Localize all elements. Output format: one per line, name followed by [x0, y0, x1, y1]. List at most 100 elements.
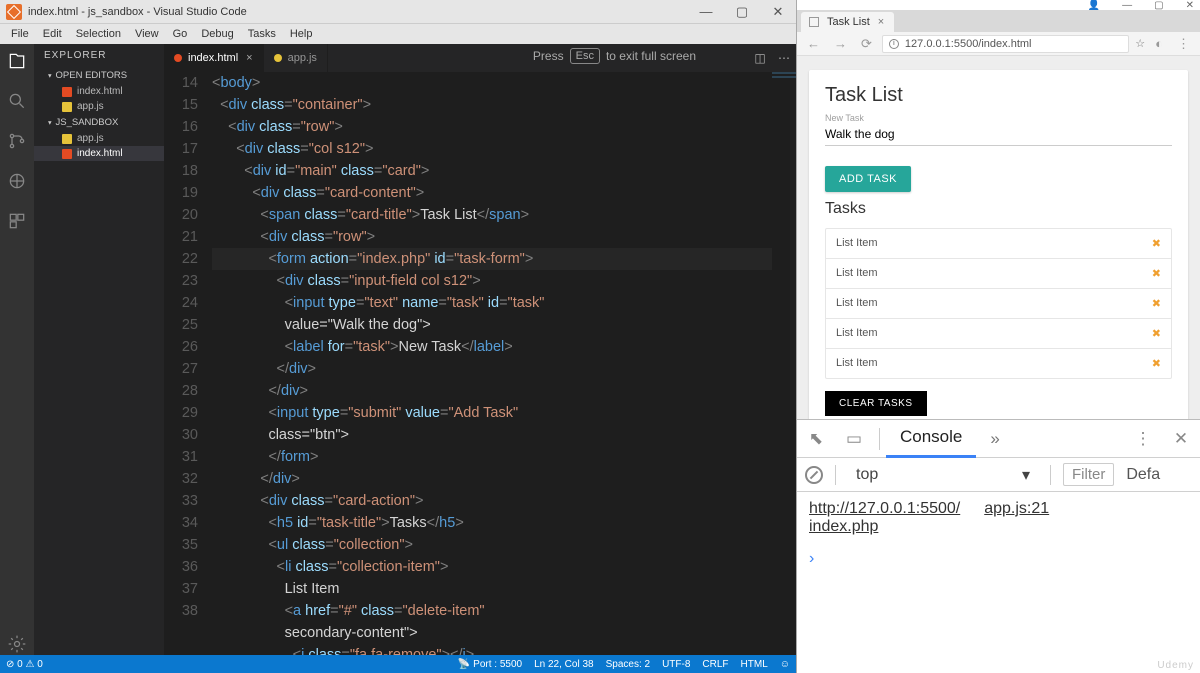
search-icon[interactable] — [6, 90, 28, 112]
close-icon[interactable]: × — [246, 52, 252, 64]
source-control-icon[interactable] — [6, 130, 28, 152]
minimap[interactable] — [772, 72, 796, 655]
menu-go[interactable]: Go — [166, 28, 195, 40]
browser-tab[interactable]: Task List × — [801, 12, 894, 32]
back-button[interactable]: ← — [803, 36, 824, 51]
status-eol[interactable]: CRLF — [702, 659, 728, 670]
console-prompt-icon[interactable]: › — [809, 550, 1188, 568]
tab-index-html[interactable]: index.html× — [164, 44, 264, 72]
menu-edit[interactable]: Edit — [36, 28, 69, 40]
maximize-button[interactable]: ▢ — [1154, 0, 1163, 11]
chevron-down-icon: ▾ — [1022, 465, 1030, 485]
status-language[interactable]: HTML — [741, 659, 768, 670]
status-spaces[interactable]: Spaces: 2 — [606, 659, 650, 670]
status-cursor[interactable]: Ln 22, Col 38 — [534, 659, 594, 670]
list-item: List Item✖ — [826, 229, 1171, 259]
extensions-icon[interactable] — [6, 210, 28, 232]
menu-view[interactable]: View — [128, 28, 166, 40]
delete-icon[interactable]: ✖ — [1152, 237, 1161, 250]
tab-app-js[interactable]: app.js — [264, 44, 328, 72]
add-task-button[interactable]: ADD TASK — [825, 166, 911, 192]
context-selector[interactable]: top▾ — [848, 465, 1038, 485]
open-editor-item[interactable]: index.html — [34, 84, 164, 99]
forward-button[interactable]: → — [830, 36, 851, 51]
editor-area: index.html× app.js ◫ ⋯ Press Esc to exit… — [164, 44, 796, 655]
page-viewport: Task List New Task ADD TASK Tasks List I… — [797, 56, 1200, 419]
device-toolbar-icon[interactable]: ▭ — [835, 429, 873, 449]
open-editors-section[interactable]: OPEN EDITORS — [34, 67, 164, 84]
tasks-header: Tasks — [825, 200, 1172, 218]
menu-help[interactable]: Help — [283, 28, 320, 40]
default-levels[interactable]: Defa — [1126, 466, 1160, 484]
devtools-panel: ⬉ ▭ Console » ⋮ ✕ top▾ Filter Defa http:… — [797, 419, 1200, 673]
console-link[interactable]: http://127.0.0.1:5500/index.php — [809, 500, 960, 536]
explorer-icon[interactable] — [6, 50, 28, 72]
file-item[interactable]: app.js — [34, 131, 164, 146]
close-tab-icon[interactable]: × — [878, 16, 884, 28]
address-bar[interactable]: i 127.0.0.1:5500/index.html — [882, 35, 1129, 53]
menu-file[interactable]: File — [4, 28, 36, 40]
status-encoding[interactable]: UTF-8 — [662, 659, 690, 670]
task-input[interactable] — [825, 123, 1172, 146]
vscode-window: index.html - js_sandbox - Visual Studio … — [0, 0, 796, 673]
devtools-menu-icon[interactable]: ⋮ — [1124, 429, 1162, 449]
console-output[interactable]: http://127.0.0.1:5500/index.php app.js:2… — [797, 492, 1200, 673]
code-editor[interactable]: 1415161718192021222324252627282930313233… — [164, 72, 796, 655]
bookmark-icon[interactable]: ☆ — [1135, 37, 1145, 50]
file-item[interactable]: index.html — [34, 146, 164, 161]
list-item: List Item✖ — [826, 349, 1171, 378]
reload-button[interactable]: ⟳ — [857, 36, 876, 52]
window-title: index.html - js_sandbox - Visual Studio … — [28, 6, 688, 18]
status-problems[interactable]: ⊘ 0 ⚠ 0 — [6, 659, 43, 670]
explorer-header: EXPLORER — [34, 44, 164, 67]
chrome-menu-icon[interactable]: ⋮ — [1173, 36, 1194, 52]
status-bar: ⊘ 0 ⚠ 0 📡 Port : 5500 Ln 22, Col 38 Spac… — [0, 655, 796, 673]
console-source-link[interactable]: app.js:21 — [984, 500, 1049, 536]
chrome-extension-icon[interactable]: ◐ — [1151, 36, 1167, 51]
editor-tabs: index.html× app.js ◫ ⋯ — [164, 44, 796, 72]
menu-tasks[interactable]: Tasks — [241, 28, 283, 40]
minimize-button[interactable]: — — [688, 4, 724, 19]
list-item: List Item✖ — [826, 289, 1171, 319]
minimize-button[interactable]: — — [1122, 0, 1132, 11]
status-port[interactable]: 📡 Port : 5500 — [458, 659, 522, 670]
chrome-toolbar: ← → ⟳ i 127.0.0.1:5500/index.html ☆ ◐ ⋮ — [797, 32, 1200, 56]
watermark: Udemy — [1157, 660, 1194, 671]
delete-icon[interactable]: ✖ — [1152, 357, 1161, 370]
console-filter-input[interactable]: Filter — [1063, 463, 1114, 486]
user-icon[interactable]: 👤 — [1088, 0, 1100, 11]
more-tabs-icon[interactable]: » — [976, 429, 1013, 449]
open-editor-item[interactable]: app.js — [34, 99, 164, 114]
chrome-window: 👤 — ▢ ✕ Task List × ← → ⟳ i 127.0.0.1:55… — [796, 0, 1200, 673]
console-tab[interactable]: Console — [886, 419, 976, 458]
esc-key: Esc — [570, 48, 600, 64]
more-actions-icon[interactable]: ⋯ — [772, 44, 796, 72]
list-item: List Item✖ — [826, 259, 1171, 289]
task-list: List Item✖List Item✖List Item✖List Item✖… — [825, 228, 1172, 379]
favicon-icon — [809, 17, 819, 27]
chrome-tabstrip: Task List × — [797, 10, 1200, 32]
menu-selection[interactable]: Selection — [69, 28, 128, 40]
workspace-section[interactable]: JS_SANDBOX — [34, 114, 164, 131]
chrome-system-buttons: 👤 — ▢ ✕ — [797, 0, 1200, 10]
split-editor-icon[interactable]: ◫ — [748, 44, 772, 72]
fullscreen-hint: Press Esc to exit full screen — [533, 48, 696, 64]
site-info-icon[interactable]: i — [889, 39, 899, 49]
devtools-close-icon[interactable]: ✕ — [1162, 429, 1200, 449]
maximize-button[interactable]: ▢ — [724, 4, 760, 20]
input-label: New Task — [825, 113, 1172, 123]
delete-icon[interactable]: ✖ — [1152, 267, 1161, 280]
close-window-button[interactable]: ✕ — [1186, 0, 1194, 11]
close-window-button[interactable]: ✕ — [760, 4, 796, 20]
delete-icon[interactable]: ✖ — [1152, 327, 1161, 340]
clear-console-icon[interactable] — [805, 466, 823, 484]
inspect-element-icon[interactable]: ⬉ — [797, 429, 835, 449]
settings-gear-icon[interactable] — [6, 633, 28, 655]
clear-tasks-button[interactable]: CLEAR TASKS — [825, 391, 927, 416]
status-feedback-icon[interactable]: ☺ — [780, 659, 790, 670]
menu-debug[interactable]: Debug — [194, 28, 240, 40]
debug-icon[interactable] — [6, 170, 28, 192]
url-text: 127.0.0.1:5500/index.html — [905, 38, 1032, 50]
delete-icon[interactable]: ✖ — [1152, 297, 1161, 310]
tab-title: Task List — [827, 16, 870, 28]
